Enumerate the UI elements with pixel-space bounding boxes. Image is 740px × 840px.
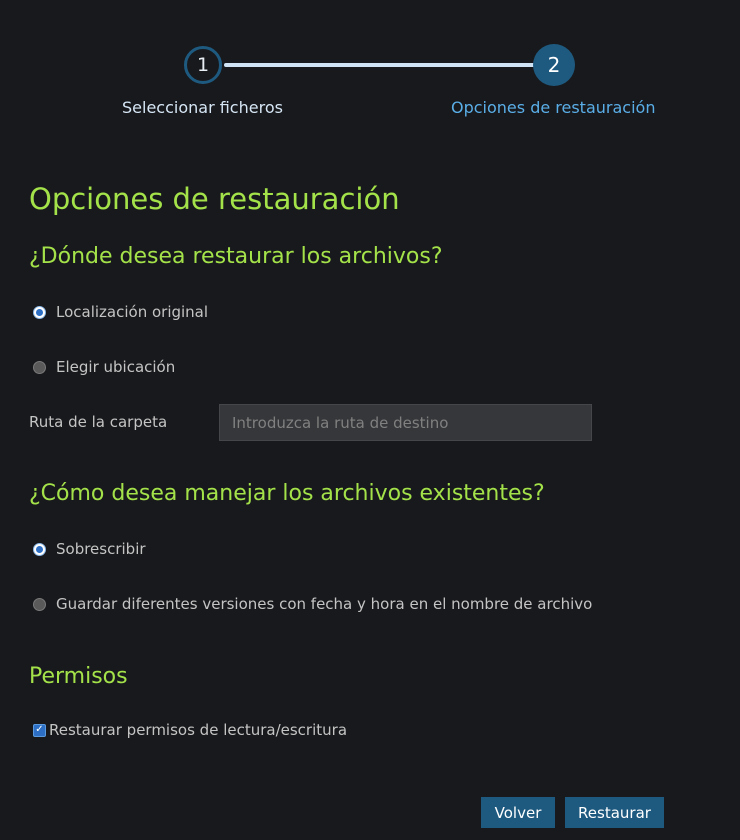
radio-selected-icon[interactable] (33, 305, 46, 319)
radio-label: Sobrescribir (56, 540, 146, 558)
folder-path-label: Ruta de la carpeta (29, 413, 168, 431)
radio-label: Guardar diferentes versiones con fecha y… (56, 595, 593, 613)
step-1-label[interactable]: Seleccionar ficheros (122, 98, 283, 117)
folder-path-input[interactable] (219, 404, 592, 441)
radio-unselected-icon[interactable] (33, 597, 46, 611)
restore-button[interactable]: Restaurar (565, 797, 664, 828)
radio-original-location[interactable]: Localización original (33, 303, 208, 321)
radio-overwrite[interactable]: Sobrescribir (33, 540, 146, 558)
back-button[interactable]: Volver (481, 797, 555, 828)
checkbox-checked-icon[interactable]: ✓ (33, 723, 46, 737)
radio-selected-icon[interactable] (33, 542, 46, 556)
stepper-progress-line (224, 63, 536, 67)
restore-location-heading: ¿Dónde desea restaurar los archivos? (29, 244, 443, 269)
permissions-heading: Permisos (29, 664, 128, 689)
step-2-indicator: 2 (533, 44, 575, 86)
radio-label: Elegir ubicación (56, 358, 176, 376)
radio-choose-location[interactable]: Elegir ubicación (33, 358, 175, 376)
page-title: Opciones de restauración (29, 182, 400, 216)
radio-label: Localización original (56, 303, 209, 321)
restore-permissions-checkbox-row[interactable]: ✓ Restaurar permisos de lectura/escritur… (33, 721, 347, 739)
radio-unselected-icon[interactable] (33, 360, 46, 374)
checkbox-label: Restaurar permisos de lectura/escritura (49, 721, 348, 739)
step-1-indicator[interactable]: 1 (184, 46, 222, 84)
wizard-stepper: 1 2 Seleccionar ficheros Opciones de res… (0, 0, 740, 130)
existing-files-heading: ¿Cómo desea manejar los archivos existen… (29, 481, 545, 506)
step-2-label: Opciones de restauración (451, 98, 656, 117)
radio-keep-versions[interactable]: Guardar diferentes versiones con fecha y… (33, 595, 592, 613)
